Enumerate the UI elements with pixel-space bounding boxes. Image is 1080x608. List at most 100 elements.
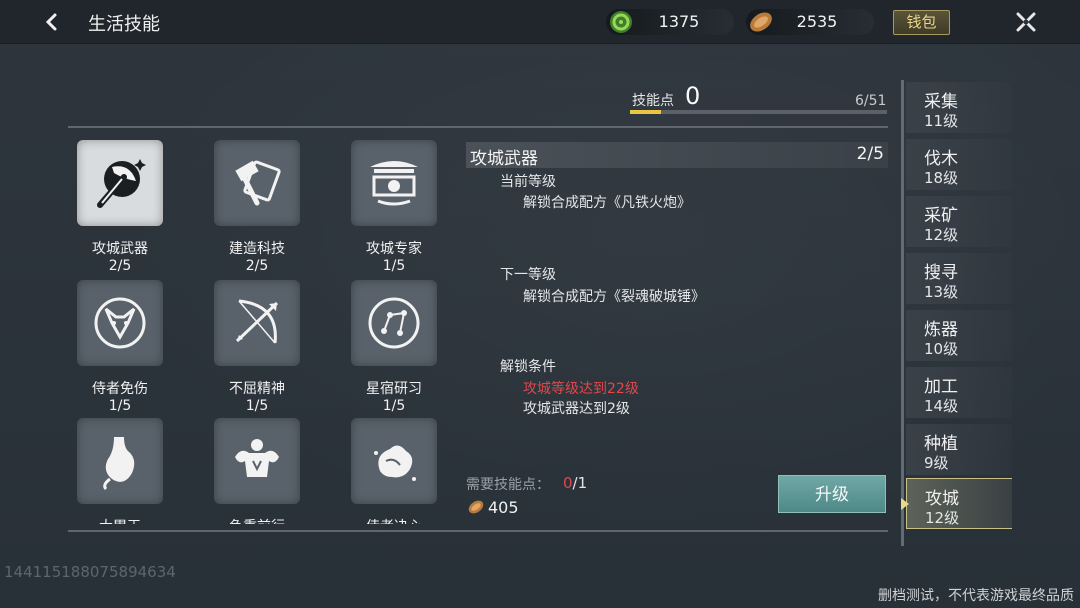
- detail-title: 攻城武器: [470, 149, 538, 169]
- skill-cell-heavy-load[interactable]: 负重前行: [207, 418, 307, 524]
- skill-name: 不屈精神: [229, 381, 285, 397]
- top-divider: [68, 126, 888, 128]
- hammer-blueprint-icon: [235, 160, 281, 206]
- copper-amount: 2535: [796, 12, 838, 31]
- category-mining[interactable]: 采矿 12级: [906, 196, 1012, 247]
- close-icon: [1016, 12, 1036, 32]
- back-arrow-icon: [45, 13, 57, 31]
- unlock-condition-heading: 解锁条件: [500, 359, 556, 375]
- page-title: 生活技能: [88, 14, 160, 35]
- siege-axe-icon: [97, 159, 146, 208]
- category-level: 10级: [924, 340, 959, 358]
- spirit-beast-icon: [374, 445, 416, 481]
- skill-icon-frame: [77, 418, 163, 504]
- back-button[interactable]: [36, 6, 68, 38]
- skill-cell-attendant-resolve[interactable]: 侍者决心: [344, 418, 444, 524]
- skill-points-bar: [630, 110, 887, 114]
- skill-cell-siege-weapon[interactable]: 攻城武器 2/5: [70, 140, 170, 274]
- detail-level: 2/5: [856, 144, 884, 164]
- jade-currency: 1375: [606, 9, 734, 35]
- skill-cell-construction-tech[interactable]: 建造科技 2/5: [207, 140, 307, 274]
- category-level: 12级: [924, 226, 959, 244]
- constellation-icon: [368, 297, 420, 349]
- selected-marker-icon: [901, 498, 909, 510]
- next-level-heading: 下一等级: [500, 267, 556, 283]
- player-id-watermark: 1441151880758946​34: [4, 563, 176, 581]
- bottom-divider: [68, 530, 888, 532]
- skill-level: 1/5: [382, 398, 406, 414]
- upgrade-cost: 405: [466, 497, 519, 517]
- copper-coin-icon: [468, 500, 484, 514]
- skill-points-bar-fill: [630, 110, 661, 114]
- skill-level: 2/5: [108, 258, 132, 274]
- skill-icon-frame: [351, 418, 437, 504]
- skill-points-count: 6/51: [855, 93, 887, 109]
- skill-name: 攻城专家: [366, 241, 422, 257]
- category-forging[interactable]: 炼器 10级: [906, 310, 1012, 361]
- skill-icon-frame: [214, 280, 300, 366]
- skill-name: 星宿研习: [366, 381, 422, 397]
- close-button[interactable]: [1010, 6, 1042, 38]
- jade-amount: 1375: [658, 12, 700, 31]
- skill-icon-frame: [214, 140, 300, 226]
- category-name: 采集: [924, 92, 958, 112]
- required-points-label: 需要技能点：: [466, 477, 550, 493]
- skill-cell-indomitable-spirit[interactable]: 不屈精神 1/5: [207, 280, 307, 414]
- category-siege[interactable]: 攻城 12级: [901, 478, 1012, 529]
- unlock-condition-1: 攻城等级达到22级: [523, 381, 639, 397]
- skill-grid: 攻城武器 2/5 建造科技 2/5 攻城专家 1/5 侍者免伤 1/5 不屈精神…: [70, 140, 450, 524]
- fox-mask-icon: [94, 297, 146, 349]
- category-name: 种植: [924, 434, 958, 454]
- skill-name: 大胃王: [70, 516, 170, 524]
- skill-level: 1/5: [382, 258, 406, 274]
- skill-cell-siege-expert[interactable]: 攻城专家 1/5: [344, 140, 444, 274]
- category-searching[interactable]: 搜寻 13级: [906, 253, 1012, 304]
- bow-arrow-icon: [235, 299, 279, 344]
- skill-cell-big-eater[interactable]: 大胃王: [70, 418, 170, 524]
- detail-header: 攻城武器 2/5: [466, 142, 888, 169]
- category-processing[interactable]: 加工 14级: [906, 367, 1012, 418]
- wallet-button[interactable]: 钱包: [893, 10, 950, 35]
- category-planting[interactable]: 种植 9级: [906, 424, 1012, 475]
- skill-cell-attendant-damage-reduction[interactable]: 侍者免伤 1/5: [70, 280, 170, 414]
- category-level: 18级: [924, 169, 959, 187]
- category-level: 9级: [924, 454, 949, 472]
- next-level-text: 解锁合成配方《裂魂破城锤》: [523, 289, 705, 305]
- category-name: 攻城: [925, 489, 959, 509]
- category-name: 搜寻: [924, 263, 958, 283]
- skill-icon-frame: [77, 140, 163, 226]
- skill-name: 侍者决心: [344, 516, 444, 524]
- category-name: 炼器: [924, 320, 958, 340]
- required-points-value: 0/1: [563, 474, 587, 492]
- category-level: 12级: [925, 509, 960, 527]
- skill-name: 侍者免伤: [92, 381, 148, 397]
- category-name: 伐木: [924, 149, 958, 169]
- muscle-icon: [235, 439, 279, 477]
- stomach-icon: [103, 437, 135, 491]
- upgrade-cost-value: 405: [488, 497, 519, 517]
- skill-icon-frame: [351, 280, 437, 366]
- current-level-heading: 当前等级: [500, 174, 556, 190]
- unlock-condition-2: 攻城武器达到2级: [523, 401, 630, 417]
- category-rail: [901, 80, 904, 546]
- fortress-gate-icon: [370, 161, 418, 206]
- skill-level: 2/5: [245, 258, 269, 274]
- skill-name: 建造科技: [229, 241, 285, 257]
- skill-icon-frame: [214, 418, 300, 504]
- category-name: 采矿: [924, 206, 958, 226]
- category-level: 11级: [924, 112, 959, 130]
- skill-points-value: 0: [685, 82, 701, 110]
- copper-currency: 2535: [746, 9, 874, 35]
- category-gathering[interactable]: 采集 11级: [906, 82, 1012, 133]
- skill-icon-frame: [77, 280, 163, 366]
- skill-points-label: 技能点: [632, 93, 674, 109]
- test-disclaimer: 删档测试，不代表游戏最终品质: [878, 588, 1074, 604]
- category-level: 14级: [924, 397, 959, 415]
- jade-coin-icon: [610, 11, 632, 33]
- category-logging[interactable]: 伐木 18级: [906, 139, 1012, 190]
- upgrade-button[interactable]: 升级: [778, 475, 886, 513]
- skill-cell-constellation-study[interactable]: 星宿研习 1/5: [344, 280, 444, 414]
- category-name: 加工: [924, 377, 958, 397]
- top-bar: 生活技能 1375 2535 钱包: [0, 0, 1080, 44]
- current-level-text: 解锁合成配方《凡铁火炮》: [523, 195, 691, 211]
